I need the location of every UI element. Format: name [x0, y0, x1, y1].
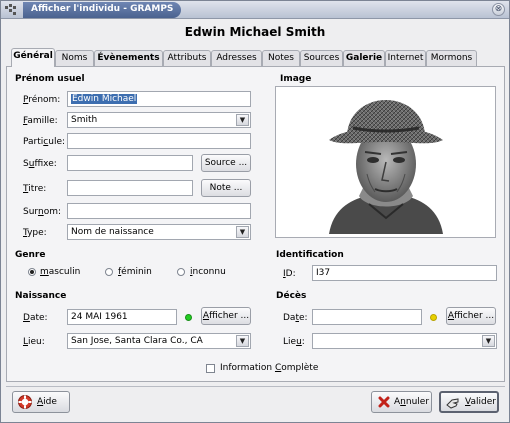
name-type-combo[interactable]: Nom de naissance ▼: [67, 224, 251, 240]
gender-heading: Genre: [15, 250, 46, 260]
death-heading: Décès: [276, 291, 307, 301]
ok-button[interactable]: Valider: [439, 391, 499, 413]
gender-male-label[interactable]: masculin: [40, 267, 80, 277]
tab-general[interactable]: Général: [11, 48, 55, 67]
image-heading: Image: [280, 74, 312, 84]
death-date-input[interactable]: [312, 309, 422, 325]
death-place-combo[interactable]: ▼: [312, 333, 497, 349]
window-title: Afficher l'individu - GRAMPS: [23, 2, 182, 18]
person-name-heading: Edwin Michael Smith: [184, 25, 326, 39]
help-button[interactable]: Aide: [12, 391, 70, 413]
particle-input[interactable]: [67, 133, 251, 149]
identification-heading: Identification: [276, 250, 344, 260]
gender-female-label[interactable]: féminin: [118, 267, 152, 277]
gender-male-radio[interactable]: [28, 268, 36, 276]
type-label: Type:: [23, 228, 47, 238]
nickname-label: Surnom:: [23, 207, 61, 217]
tab-events[interactable]: Évènements: [94, 50, 163, 66]
death-place-label: Lieu:: [283, 337, 305, 347]
app-menu-icon[interactable]: [5, 4, 17, 16]
chevron-down-icon[interactable]: ▼: [236, 226, 249, 238]
tab-sources[interactable]: Sources: [300, 50, 343, 66]
birth-place-combo[interactable]: San Jose, Santa Clara Co., CA ▼: [67, 333, 251, 349]
birth-show-button[interactable]: Afficher ...: [201, 307, 251, 325]
cancel-x-icon: [378, 396, 390, 408]
birth-heading: Naissance: [15, 291, 67, 301]
death-date-valid-indicator: [430, 314, 437, 321]
tab-attributes[interactable]: Attributs: [163, 50, 211, 66]
id-input[interactable]: I37: [312, 265, 497, 281]
chevron-down-icon[interactable]: ▼: [236, 114, 249, 126]
birth-date-input[interactable]: 24 MAI 1961: [67, 309, 177, 325]
given-name-label: Prénom:: [23, 95, 61, 105]
death-date-label: Date:: [283, 313, 308, 323]
preferred-name-heading: Prénom usuel: [15, 74, 85, 84]
gender-female-radio[interactable]: [105, 268, 113, 276]
particle-label: Particule:: [23, 137, 66, 147]
person-photo[interactable]: [323, 92, 449, 234]
given-name-input[interactable]: Edwin Michael: [67, 91, 251, 107]
suffix-input[interactable]: [67, 155, 193, 171]
complete-info-checkbox[interactable]: [206, 364, 215, 373]
title-bar[interactable]: Afficher l'individu - GRAMPS ⊗: [1, 1, 509, 19]
title-input[interactable]: [67, 180, 193, 196]
close-icon[interactable]: ⊗: [492, 3, 505, 16]
family-name-label: Famille:: [23, 116, 58, 126]
chevron-down-icon[interactable]: ▼: [482, 335, 495, 347]
tab-mormons[interactable]: Mormons: [426, 50, 477, 66]
gender-unknown-label[interactable]: inconnu: [190, 267, 226, 277]
tab-names[interactable]: Noms: [55, 50, 94, 66]
source-button[interactable]: Source ...: [201, 154, 251, 172]
birth-place-label: Lieu:: [23, 337, 45, 347]
tab-addresses[interactable]: Adresses: [211, 50, 262, 66]
suffix-label: Suffixe:: [23, 159, 57, 169]
birth-date-valid-indicator: [185, 314, 192, 321]
chevron-down-icon[interactable]: ▼: [236, 335, 249, 347]
ok-hand-icon: [446, 398, 459, 409]
title-label: Titre:: [23, 184, 47, 194]
nickname-input[interactable]: [67, 203, 251, 219]
birth-date-label: Date:: [23, 313, 48, 323]
help-icon: [18, 395, 32, 409]
tab-gallery[interactable]: Galerie: [343, 50, 385, 66]
tab-notes[interactable]: Notes: [262, 50, 300, 66]
tab-internet[interactable]: Internet: [385, 50, 426, 66]
complete-info-label[interactable]: Information Complète: [220, 363, 318, 373]
gender-unknown-radio[interactable]: [177, 268, 185, 276]
id-label: ID:: [283, 269, 296, 279]
cancel-button[interactable]: Annuler: [371, 391, 432, 413]
note-button[interactable]: Note ...: [201, 179, 251, 197]
death-show-button[interactable]: Afficher ...: [446, 307, 496, 325]
family-name-combo[interactable]: Smith ▼: [67, 112, 251, 128]
footer-separator: [6, 386, 505, 387]
person-photo-frame[interactable]: [275, 86, 496, 238]
dialog-window: Afficher l'individu - GRAMPS ⊗ Edwin Mic…: [0, 0, 510, 423]
